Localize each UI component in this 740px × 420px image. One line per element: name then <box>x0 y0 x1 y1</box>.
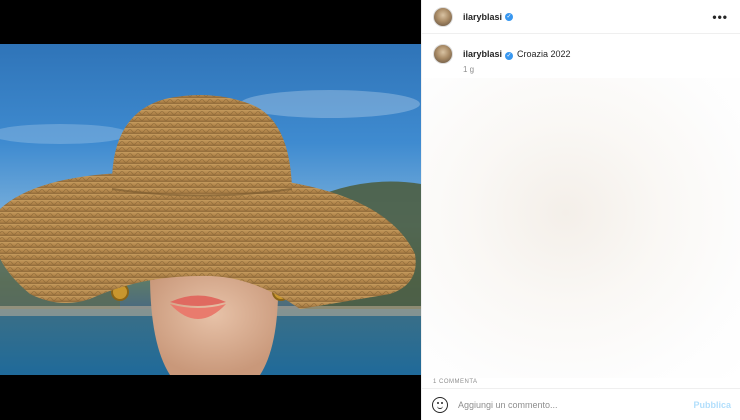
caption: ilaryblasi ✓ Croazia 2022 1 g <box>463 44 571 76</box>
more-options-icon[interactable]: ••• <box>712 10 728 24</box>
comments-area-blurred <box>422 78 740 378</box>
caption-text: Croazia 2022 <box>517 49 571 59</box>
avatar[interactable] <box>433 6 453 27</box>
publish-button[interactable]: Pubblica <box>693 400 731 410</box>
username-link[interactable]: ilaryblasi <box>463 12 502 22</box>
comments-count[interactable]: 1 COMMENTA <box>433 379 478 385</box>
comment-input[interactable] <box>458 399 694 410</box>
post-header: ilaryblasi ✓ ••• <box>422 0 740 34</box>
emoji-icon[interactable] <box>432 396 448 413</box>
caption-avatar[interactable] <box>433 44 453 64</box>
post-side-panel: ilaryblasi ✓ ••• ilaryblasi ✓ Croazia 2022… <box>421 0 740 420</box>
caption-username-link[interactable]: ilaryblasi <box>463 49 502 59</box>
caption-verified-badge-icon: ✓ <box>505 52 514 60</box>
photo-illustration <box>0 90 421 375</box>
verified-badge-icon: ✓ <box>505 12 514 21</box>
caption-row: ilaryblasi ✓ Croazia 2022 1 g <box>422 34 740 76</box>
media-pane <box>0 0 421 420</box>
post-photo[interactable] <box>0 44 421 375</box>
comment-bar: Pubblica <box>422 388 740 420</box>
post-timestamp[interactable]: 1 g <box>463 64 571 76</box>
